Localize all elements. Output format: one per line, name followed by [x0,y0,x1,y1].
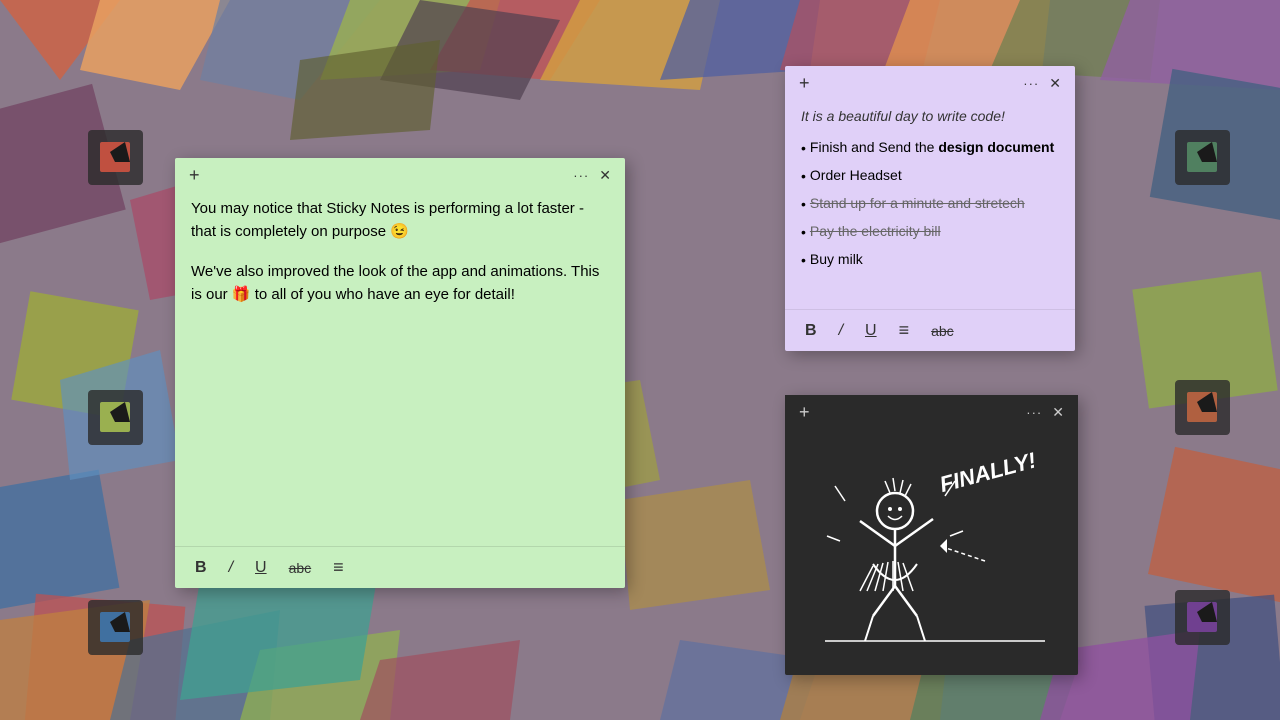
dark-note-menu-button[interactable]: ··· [1022,405,1046,420]
purple-note-header-left: + [795,74,814,92]
dark-sticky-note: + ··· ✕ FINALLY! [785,395,1078,675]
bullet-dot-4: • [801,222,806,243]
green-note-close-button[interactable]: ✕ [595,168,615,182]
purple-note-body: It is a beautiful day to write code! • F… [785,98,1075,309]
purple-list-button[interactable]: ≡ [891,316,918,345]
dark-note-sketch-area: FINALLY! [785,427,1078,675]
green-list-button[interactable]: ≡ [325,553,352,582]
purple-item-5-text: Buy milk [810,249,863,270]
purple-note-toolbar: B / U ≡ abc [785,309,1075,351]
purple-item-1-bold: design document [938,139,1054,155]
green-note-paragraph-2: We've also improved the look of the app … [191,261,609,306]
dark-note-header-left: + [795,403,814,421]
dark-note-header: + ··· ✕ [785,395,1078,427]
purple-strikethrough-button[interactable]: abc [923,319,962,343]
purple-bullet-item-4: • Pay the electricity bill [801,221,1059,243]
purple-note-close-button[interactable]: ✕ [1045,76,1065,90]
purple-italic-button[interactable]: / [831,318,851,344]
dark-note-add-button[interactable]: + [795,403,814,421]
bullet-dot-5: • [801,250,806,271]
green-note-body: You may notice that Sticky Notes is perf… [175,190,625,546]
green-note-add-button[interactable]: + [185,166,204,184]
purple-note-header-right: ··· ✕ [1019,76,1065,91]
green-note-menu-button[interactable]: ··· [569,168,593,183]
purple-note-header: + ··· ✕ [785,66,1075,98]
purple-bold-button[interactable]: B [797,318,825,344]
dark-note-header-right: ··· ✕ [1022,405,1068,420]
dark-note-close-button[interactable]: ✕ [1048,405,1068,419]
green-sticky-note: + ··· ✕ You may notice that Sticky Notes… [175,158,625,588]
purple-bullet-item-3: • Stand up for a minute and stretech [801,193,1059,215]
green-italic-button[interactable]: / [221,555,241,581]
bullet-dot-2: • [801,166,806,187]
purple-bullet-item-1: • Finish and Send the design document [801,137,1059,159]
green-note-header-left: + [185,166,204,184]
sketch-drawing: FINALLY! [785,427,1078,675]
purple-note-add-button[interactable]: + [795,74,814,92]
green-underline-button[interactable]: U [247,555,275,581]
purple-sticky-note: + ··· ✕ It is a beautiful day to write c… [785,66,1075,351]
purple-item-3-text: Stand up for a minute and stretech [810,193,1025,214]
green-strikethrough-button[interactable]: abc [281,556,320,580]
purple-note-menu-button[interactable]: ··· [1019,76,1043,91]
green-bold-button[interactable]: B [187,555,215,581]
green-note-paragraph-1: You may notice that Sticky Notes is perf… [191,198,609,243]
green-note-toolbar: B / U abc ≡ [175,546,625,588]
purple-item-4-text: Pay the electricity bill [810,221,941,242]
purple-underline-button[interactable]: U [857,318,885,344]
green-note-header-right: ··· ✕ [569,168,615,183]
purple-note-italic-header: It is a beautiful day to write code! [801,106,1059,127]
purple-bullet-item-2: • Order Headset [801,165,1059,187]
purple-bullet-item-5: • Buy milk [801,249,1059,271]
green-note-header: + ··· ✕ [175,158,625,190]
bullet-dot-3: • [801,194,806,215]
purple-item-1-text: Finish and Send the design document [810,137,1054,158]
bullet-dot-1: • [801,138,806,159]
purple-item-2-text: Order Headset [810,165,902,186]
